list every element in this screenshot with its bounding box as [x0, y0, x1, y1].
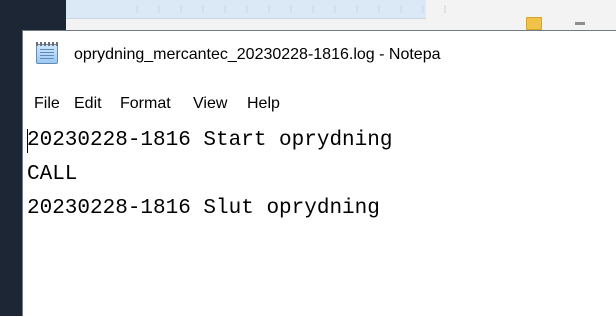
desktop-background: [0, 0, 22, 316]
editor-line: 20230228-1816 Slut oprydning: [27, 197, 380, 220]
menu-item-help[interactable]: Help: [247, 89, 280, 119]
menu-item-file[interactable]: File: [34, 89, 60, 119]
menu-item-format[interactable]: Format: [120, 89, 171, 119]
menu-bar: File Edit Format View Help: [23, 89, 616, 119]
notepad-window: oprydning_mercantec_20230228-1816.log - …: [22, 30, 616, 317]
editor-line: 20230228-1816 Start oprydning: [27, 129, 393, 152]
background-window-blue-band: [66, 0, 456, 19]
editor-line: CALL: [27, 163, 78, 186]
notepad-icon: [36, 42, 58, 64]
window-title: oprydning_mercantec_20230228-1816.log - …: [74, 46, 441, 63]
menu-item-edit[interactable]: Edit: [74, 89, 102, 119]
title-bar[interactable]: oprydning_mercantec_20230228-1816.log - …: [23, 31, 616, 77]
background-window-pattern: [136, 5, 456, 13]
background-window-edge: [22, 0, 616, 30]
menu-item-view[interactable]: View: [193, 89, 227, 119]
text-editor[interactable]: 20230228-1816 Start oprydning CALL 20230…: [23, 125, 616, 317]
background-window-dark-band: [22, 0, 66, 30]
minimize-mark: [575, 22, 585, 25]
folder-icon: [526, 17, 542, 30]
